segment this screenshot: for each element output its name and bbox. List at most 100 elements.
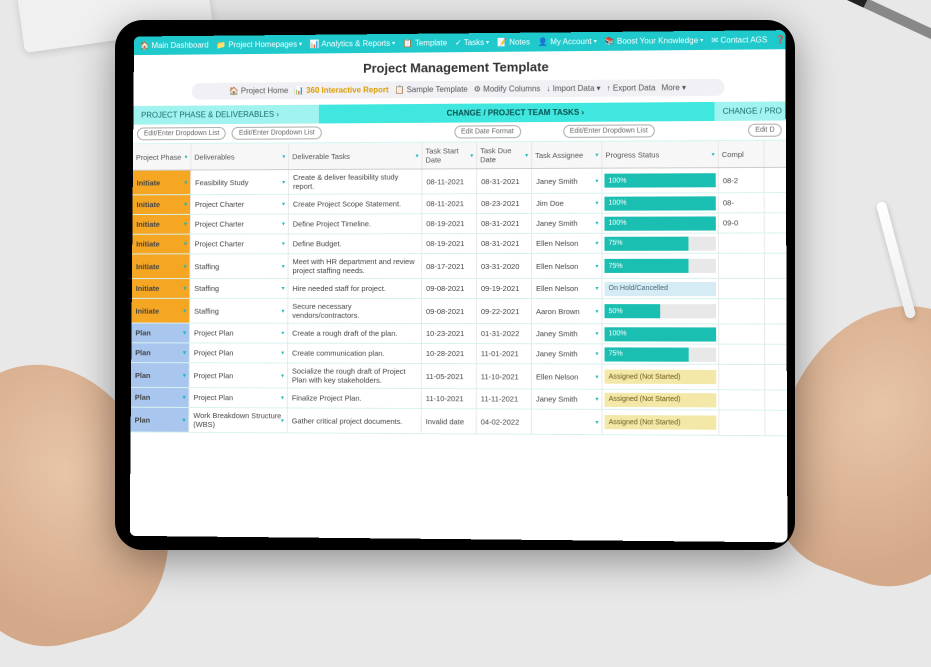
cell-completion[interactable]: 08- <box>719 193 765 212</box>
cell-completion[interactable] <box>719 299 765 323</box>
cell-progress[interactable]: 100% <box>602 193 718 212</box>
cell-completion[interactable] <box>719 410 765 435</box>
nav-analytics-reports[interactable]: 📊 Analytics & Reports ▾ <box>310 39 395 49</box>
cell-completion[interactable] <box>719 279 765 298</box>
cell-deliverable[interactable]: Project Plan▾ <box>189 388 287 407</box>
cell-phase[interactable]: Plan▾ <box>131 324 190 343</box>
cell-deliverable[interactable]: Staffing▾ <box>190 254 288 278</box>
cell-start-date[interactable]: 11-05-2021 <box>422 364 477 388</box>
cell-progress[interactable]: 100% <box>602 213 718 232</box>
subnav-more[interactable]: More ▾ <box>661 83 686 92</box>
edit-dropdown-deliv-button[interactable]: Edit/Enter Dropdown List <box>232 126 322 139</box>
header-deliverables[interactable]: Deliverables▾ <box>191 143 289 169</box>
nav-contact-ags[interactable]: ✉ Contact AGS <box>711 35 767 45</box>
cell-progress[interactable]: 100% <box>602 324 719 343</box>
cell-deliverable[interactable]: Project Plan▾ <box>190 343 288 362</box>
cell-progress[interactable]: Assigned (Not Started) <box>603 390 720 410</box>
cell-start-date[interactable]: 08-19-2021 <box>422 234 477 253</box>
cell-phase[interactable]: Plan▾ <box>131 388 190 407</box>
cell-phase[interactable]: Initiate▾ <box>132 279 191 298</box>
cell-start-date[interactable]: 10-28-2021 <box>422 344 477 363</box>
cell-start-date[interactable]: 08-17-2021 <box>422 254 477 278</box>
cell-start-date[interactable]: 09-08-2021 <box>422 299 477 323</box>
nav-boost-your-knowledge[interactable]: 📚 Boost Your Knowledge ▾ <box>605 36 704 46</box>
cell-deliverable[interactable]: Feasibility Study▾ <box>191 170 289 194</box>
cell-due-date[interactable]: 08-23-2021 <box>477 194 532 213</box>
cell-phase[interactable]: Initiate▾ <box>132 254 191 278</box>
cell-task[interactable]: Socialize the rough draft of Project Pla… <box>288 364 422 388</box>
cell-progress[interactable]: Assigned (Not Started) <box>603 410 720 435</box>
subnav-import-data[interactable]: ↓ Import Data ▾ <box>546 84 600 93</box>
cell-start-date[interactable]: 10-23-2021 <box>422 324 477 343</box>
group-phase-deliverables[interactable]: PROJECT PHASE & DELIVERABLES › <box>133 105 319 125</box>
cell-assignee[interactable]: Ellen Nelson▾ <box>532 234 602 253</box>
cell-phase[interactable]: Plan▾ <box>131 408 190 432</box>
cell-assignee[interactable]: Jim Doe▾ <box>532 194 602 213</box>
cell-phase[interactable]: Initiate▾ <box>132 215 191 234</box>
cell-phase[interactable]: Plan▾ <box>131 343 190 362</box>
nav-notes[interactable]: 📝 Notes <box>497 38 530 47</box>
group-change-pro[interactable]: CHANGE / PRO <box>714 101 785 121</box>
cell-deliverable[interactable]: Project Charter▾ <box>191 195 289 214</box>
cell-start-date[interactable]: 09-08-2021 <box>422 279 477 298</box>
cell-completion[interactable]: 08-2 <box>719 168 765 192</box>
cell-assignee[interactable]: Janey Smith▾ <box>532 169 602 193</box>
cell-task[interactable]: Define Budget. <box>289 234 423 253</box>
cell-due-date[interactable]: 11-10-2021 <box>477 364 532 388</box>
cell-progress[interactable]: 75% <box>602 254 719 278</box>
cell-due-date[interactable]: 11-01-2021 <box>477 344 532 363</box>
cell-assignee[interactable]: ▾ <box>532 410 603 435</box>
cell-phase[interactable]: Initiate▾ <box>133 171 192 195</box>
cell-start-date[interactable]: 08-11-2021 <box>422 194 477 213</box>
cell-start-date[interactable]: 08-19-2021 <box>422 214 477 233</box>
cell-deliverable[interactable]: Project Plan▾ <box>190 363 288 387</box>
cell-completion[interactable] <box>719 233 765 252</box>
cell-assignee[interactable]: Aaron Brown▾ <box>532 299 602 323</box>
cell-progress[interactable]: 50% <box>602 299 719 323</box>
cell-progress[interactable]: 75% <box>603 344 720 364</box>
cell-completion[interactable] <box>719 390 765 409</box>
cell-phase[interactable]: Initiate▾ <box>132 235 191 254</box>
subnav-project-home[interactable]: 🏠 Project Home <box>229 86 288 95</box>
nav-my-account[interactable]: 👤 My Account ▾ <box>538 37 597 47</box>
cell-start-date[interactable]: 11-10-2021 <box>422 389 477 408</box>
header-task-assignee[interactable]: Task Assignee▾ <box>532 142 602 168</box>
cell-progress[interactable]: Assigned (Not Started) <box>603 365 720 390</box>
cell-task[interactable]: Hire needed staff for project. <box>288 279 422 298</box>
cell-task[interactable]: Meet with HR department and review proje… <box>289 254 423 278</box>
header-project-phase[interactable]: Project Phase▾ <box>133 144 192 170</box>
subnav-export-data[interactable]: ↑ Export Data <box>607 83 656 92</box>
cell-progress[interactable]: 75% <box>602 234 718 253</box>
cell-task[interactable]: Define Project Timeline. <box>289 214 423 233</box>
cell-task[interactable]: Secure necessary vendors/contractors. <box>288 299 422 323</box>
cell-assignee[interactable]: Ellen Nelson▾ <box>532 254 602 278</box>
cell-due-date[interactable]: 03-31-2020 <box>477 254 532 278</box>
cell-due-date[interactable]: 04-02-2022 <box>477 409 532 433</box>
cell-completion[interactable] <box>719 345 765 364</box>
cell-deliverable[interactable]: Project Plan▾ <box>190 324 288 343</box>
nav-template[interactable]: 📋 Template <box>403 38 447 47</box>
edit-date-format-button[interactable]: Edit Date Format <box>454 125 521 138</box>
nav-project-homepages[interactable]: 📁 Project Homepages ▾ <box>216 40 302 50</box>
cell-phase[interactable]: Initiate▾ <box>133 195 192 214</box>
header-task-due-date[interactable]: Task Due Date▾ <box>477 142 532 168</box>
subnav-sample-template[interactable]: 📋 Sample Template <box>395 85 468 94</box>
cell-start-date[interactable]: Invalid date <box>422 409 477 433</box>
cell-phase[interactable]: Plan▾ <box>131 363 190 387</box>
cell-assignee[interactable]: Ellen Nelson▾ <box>532 279 602 298</box>
cell-task[interactable]: Gather critical project documents. <box>288 408 422 433</box>
nav-main-dashboard[interactable]: 🏠 Main Dashboard <box>140 41 209 50</box>
cell-assignee[interactable]: Janey Smith▾ <box>532 324 603 343</box>
cell-due-date[interactable]: 08-31-2021 <box>477 169 532 193</box>
cell-deliverable[interactable]: Staffing▾ <box>190 299 288 323</box>
cell-deliverable[interactable]: Project Charter▾ <box>191 215 289 234</box>
cell-task[interactable]: Create Project Scope Statement. <box>289 194 423 213</box>
cell-deliverable[interactable]: Project Charter▾ <box>191 234 289 253</box>
nav-tasks[interactable]: ✓ Tasks ▾ <box>455 38 489 47</box>
cell-completion[interactable] <box>719 254 765 278</box>
edit-dropdown-phase-button[interactable]: Edit/Enter Dropdown List <box>137 127 226 140</box>
cell-progress[interactable]: 100% <box>602 168 718 193</box>
cell-assignee[interactable]: Janey Smith▾ <box>532 344 603 363</box>
cell-completion[interactable] <box>719 324 765 343</box>
cell-completion[interactable]: 09-0 <box>719 213 765 232</box>
